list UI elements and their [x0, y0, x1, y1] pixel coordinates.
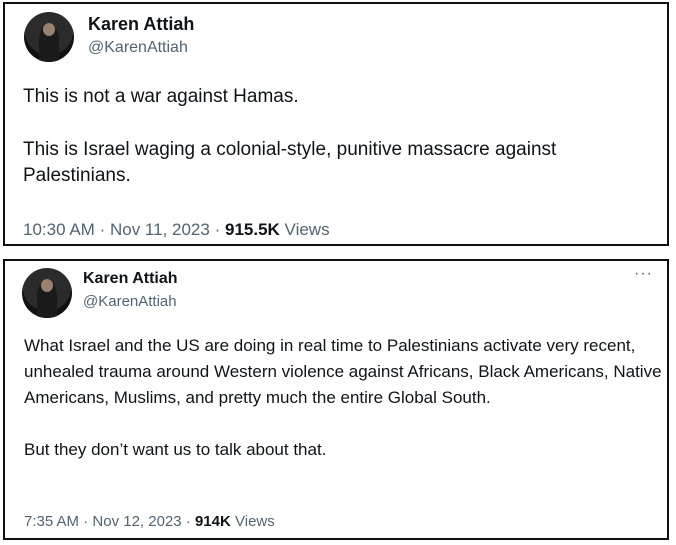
author-handle[interactable]: @KarenAttiah: [88, 39, 188, 57]
meta-separator: ·: [185, 513, 191, 530]
tweet-text: What Israel and the US are doing in real…: [24, 333, 669, 463]
tweet-card[interactable]: Karen Attiah @KarenAttiah ··· What Israe…: [3, 259, 669, 540]
meta-separator: ·: [83, 513, 89, 530]
avatar[interactable]: [24, 12, 74, 62]
views-label: Views: [284, 220, 330, 239]
author-handle[interactable]: @KarenAttiah: [83, 293, 177, 310]
tweet-text: This is not a war against Hamas. This is…: [23, 84, 653, 189]
views-label: Views: [235, 513, 275, 530]
more-options-icon[interactable]: ···: [634, 265, 653, 283]
tweet-meta: 10:30 AM · Nov 11, 2023 · 915.5K Views: [23, 220, 330, 240]
tweet-time[interactable]: 10:30 AM: [23, 220, 95, 239]
avatar[interactable]: [22, 268, 72, 318]
tweet-paragraph: This is not a war against Hamas.: [23, 86, 299, 107]
tweet-date[interactable]: Nov 11, 2023: [110, 220, 210, 239]
views-count: 914K: [194, 513, 231, 530]
tweet-card[interactable]: Karen Attiah @KarenAttiah This is not a …: [3, 2, 669, 246]
avatar-face: [41, 279, 53, 292]
avatar-face: [43, 23, 55, 36]
tweet-date[interactable]: Nov 12, 2023: [92, 513, 181, 530]
tweet-paragraph: This is Israel waging a colonial-style, …: [23, 139, 557, 186]
author-name[interactable]: Karen Attiah: [83, 270, 178, 288]
author-name[interactable]: Karen Attiah: [88, 14, 194, 35]
tweet-paragraph: What Israel and the US are doing in real…: [24, 336, 662, 407]
meta-separator: ·: [214, 220, 221, 239]
tweet-meta: 7:35 AM · Nov 12, 2023 · 914K Views: [24, 513, 275, 530]
tweet-paragraph: But they don’t want us to talk about tha…: [24, 440, 327, 459]
meta-separator: ·: [99, 220, 106, 239]
views-count: 915.5K: [224, 220, 280, 239]
tweet-time[interactable]: 7:35 AM: [24, 513, 79, 530]
